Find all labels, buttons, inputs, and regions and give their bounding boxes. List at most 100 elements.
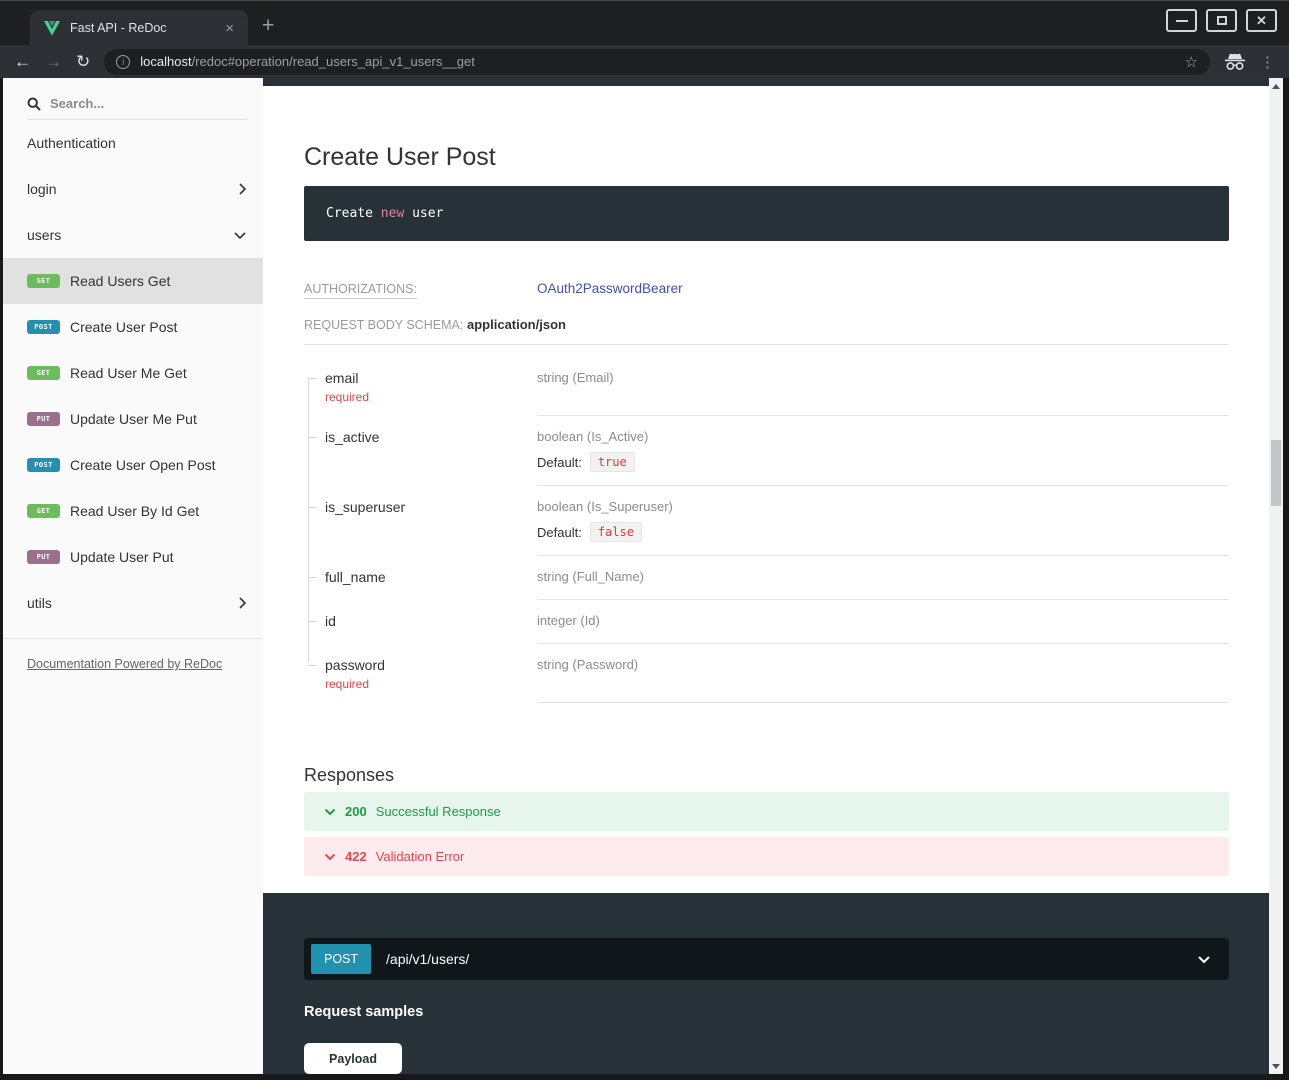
method-badge-post: POST <box>27 320 60 334</box>
field-row-id: id integer (Id) <box>304 600 1229 644</box>
method-badge-put: PUT <box>27 550 60 564</box>
request-body-label: REQUEST BODY SCHEMA: <box>304 318 467 332</box>
request-body-row: REQUEST BODY SCHEMA: application/json <box>304 317 1229 332</box>
oauth-scheme-link[interactable]: OAuth2PasswordBearer <box>537 281 683 296</box>
sidebar-op-label: Read User By Id Get <box>70 503 199 519</box>
reload-icon[interactable]: ↻ <box>76 52 90 72</box>
sidebar-item-label: users <box>27 227 233 243</box>
chevron-down-icon <box>233 231 247 240</box>
browser-menu-icon[interactable]: ⋮ <box>1260 53 1275 71</box>
scroll-up-arrow-icon[interactable] <box>1269 79 1283 93</box>
url-path: /redoc#operation/read_users_api_v1_users… <box>192 54 475 69</box>
chevron-down-icon <box>324 808 336 816</box>
back-icon[interactable]: ← <box>14 52 31 72</box>
search-input[interactable] <box>50 96 220 111</box>
responses-title: Responses <box>304 765 1229 786</box>
sidebar-item-utils[interactable]: utils <box>3 580 263 626</box>
bookmark-star-icon[interactable]: ☆ <box>1185 53 1198 71</box>
sidebar-op-read-users-get[interactable]: GET Read Users Get <box>3 258 263 304</box>
field-name: is_superuser <box>325 497 527 517</box>
new-tab-button[interactable]: + <box>262 14 274 38</box>
sidebar-op-read-user-me-get[interactable]: GET Read User Me Get <box>3 350 263 396</box>
field-type: boolean (Is_Superuser) <box>537 498 1229 516</box>
sidebar-item-label: login <box>27 181 238 197</box>
sidebar-op-create-user-post[interactable]: POST Create User Post <box>3 304 263 350</box>
scrollbar-thumb[interactable] <box>1271 440 1281 506</box>
field-name: id <box>325 611 527 631</box>
minimize-button[interactable] <box>1166 9 1197 32</box>
method-badge-get: GET <box>27 274 60 288</box>
field-type: string (Email) <box>537 369 1229 387</box>
sidebar-item-users[interactable]: users <box>3 212 263 258</box>
method-badge-get: GET <box>27 366 60 380</box>
sidebar-op-label: Create User Post <box>70 319 177 335</box>
operation-title: Create User Post <box>304 143 1229 172</box>
sidebar-item-authentication[interactable]: Authentication <box>3 120 263 166</box>
code-text: Create <box>326 206 381 221</box>
field-row-is-active: is_active boolean (Is_Active) Default: t… <box>304 416 1229 486</box>
default-value-chip: false <box>590 522 642 542</box>
app-area: Authentication login users GET Read User… <box>0 78 1289 1074</box>
default-label: Default: <box>537 455 582 470</box>
page-scrollbar[interactable] <box>1269 78 1283 1074</box>
forward-icon[interactable]: → <box>45 52 62 72</box>
sidebar-op-label: Update User Put <box>70 549 174 565</box>
required-flag: required <box>325 388 527 406</box>
chevron-down-icon <box>324 853 336 861</box>
schema-divider <box>304 344 1229 345</box>
url-text[interactable]: localhost/redoc#operation/read_users_api… <box>140 54 1174 69</box>
chevron-right-icon <box>238 182 247 196</box>
sidebar-op-update-user-me-put[interactable]: PUT Update User Me Put <box>3 396 263 442</box>
field-default: Default: true <box>537 452 1229 472</box>
close-window-button[interactable]: ✕ <box>1246 9 1277 32</box>
field-name: password <box>325 655 527 675</box>
operation-description-code: Create new user <box>304 186 1229 241</box>
payload-tab[interactable]: Payload <box>304 1043 402 1074</box>
sidebar-op-label: Read User Me Get <box>70 365 187 381</box>
sidebar-op-label: Read Users Get <box>70 273 170 289</box>
response-200-panel[interactable]: 200 Successful Response <box>304 792 1229 831</box>
sidebar-op-label: Update User Me Put <box>70 411 197 427</box>
chevron-right-icon <box>238 596 247 610</box>
tab-strip: Fast API - ReDoc × + ✕ <box>0 0 1289 45</box>
default-label: Default: <box>537 525 582 540</box>
search-row <box>3 78 263 119</box>
redoc-attribution-link[interactable]: Documentation Powered by ReDoc <box>27 657 222 671</box>
tab-close-icon[interactable]: × <box>221 20 238 37</box>
site-info-icon[interactable]: i <box>116 55 130 69</box>
field-type: string (Full_Name) <box>537 568 1229 586</box>
response-code: 200 <box>345 804 367 819</box>
sidebar-op-update-user-put[interactable]: PUT Update User Put <box>3 534 263 580</box>
endpoint-path: /api/v1/users/ <box>386 951 1197 967</box>
favicon-vite-icon <box>44 21 60 36</box>
field-type: boolean (Is_Active) <box>537 428 1229 446</box>
authorizations-row: AUTHORIZATIONS: OAuth2PasswordBearer <box>304 281 1229 296</box>
sidebar-item-label: Authentication <box>27 135 247 151</box>
response-422-panel[interactable]: 422 Validation Error <box>304 837 1229 876</box>
window-controls: ✕ <box>1166 9 1277 32</box>
main-content: Create User Post Create new user AUTHORI… <box>263 78 1269 1074</box>
address-bar[interactable]: i localhost/redoc#operation/read_users_a… <box>104 49 1210 75</box>
sidebar-op-read-user-by-id-get[interactable]: GET Read User By Id Get <box>3 488 263 534</box>
code-keyword: new <box>381 206 404 221</box>
browser-tab[interactable]: Fast API - ReDoc × <box>30 10 248 46</box>
field-name: is_active <box>325 427 527 447</box>
content-type-value: application/json <box>467 317 566 332</box>
response-label: Successful Response <box>376 804 501 819</box>
sidebar-item-login[interactable]: login <box>3 166 263 212</box>
maximize-button[interactable] <box>1206 9 1237 32</box>
search-icon <box>27 97 41 111</box>
field-default: Default: false <box>537 522 1229 542</box>
field-name: full_name <box>325 567 527 587</box>
previous-section-strip <box>263 78 1269 86</box>
scroll-down-arrow-icon[interactable] <box>1269 1059 1283 1073</box>
method-badge-get: GET <box>27 504 60 518</box>
endpoint-dropdown[interactable]: POST /api/v1/users/ <box>304 938 1229 980</box>
sidebar-op-create-user-open-post[interactable]: POST Create User Open Post <box>3 442 263 488</box>
field-row-password: password required string (Password) <box>304 644 1229 703</box>
response-code: 422 <box>345 849 367 864</box>
authorizations-label: AUTHORIZATIONS: <box>304 282 537 296</box>
method-badge-post: POST <box>27 458 60 472</box>
schema-fields: email required string (Email) is_active <box>304 357 1229 703</box>
browser-window: Fast API - ReDoc × + ✕ ← → ↻ i localhost… <box>0 0 1289 1080</box>
